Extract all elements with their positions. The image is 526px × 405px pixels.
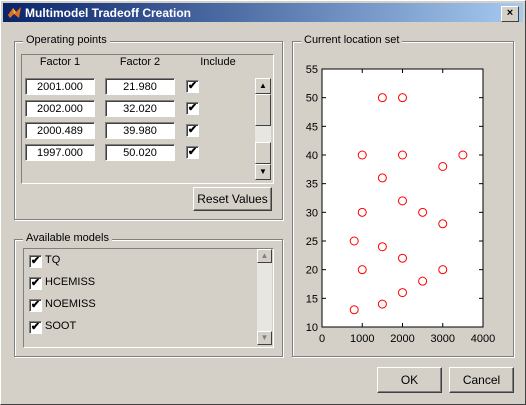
model-label: SOOT [45, 320, 77, 332]
factor2-input[interactable]: 21.980 [105, 78, 175, 95]
include-checkbox[interactable]: ✔ [186, 80, 199, 93]
scroll-thumb-lower[interactable] [255, 142, 271, 164]
arrow-up-icon: ▲ [259, 81, 267, 90]
arrow-up-icon: ▲ [260, 251, 269, 260]
factor2-input[interactable]: 50.020 [105, 144, 175, 161]
y-tick-label: 10 [306, 322, 318, 334]
model-checkbox[interactable]: ✔ [29, 299, 42, 312]
x-tick-label: 1000 [350, 333, 374, 345]
col-header-factor1: Factor 1 [39, 56, 81, 68]
close-icon: × [506, 7, 514, 19]
scroll-down-button[interactable]: ▼ [255, 164, 271, 180]
location-set-title: Current location set [301, 34, 403, 46]
y-tick-label: 45 [306, 121, 318, 133]
model-checkbox[interactable]: ✔ [29, 255, 42, 268]
model-label: TQ [45, 254, 61, 266]
model-checkbox[interactable]: ✔ [29, 321, 42, 334]
y-tick-label: 55 [306, 64, 318, 76]
col-header-factor2: Factor 2 [119, 56, 161, 68]
location-scatter-plot[interactable]: 0 1000 2000 3000 4000 10 15 20 25 30 35 40 45 50 55 [297, 61, 507, 351]
x-tick-label: 4000 [471, 333, 495, 345]
scroll-up-button[interactable]: ▲ [257, 249, 272, 263]
arrow-down-icon: ▼ [259, 167, 267, 176]
matlab-icon [8, 7, 21, 18]
include-checkbox[interactable]: ✔ [186, 124, 199, 137]
col-header-include: Include [200, 56, 236, 68]
scroll-thumb[interactable] [255, 94, 271, 126]
include-checkbox[interactable]: ✔ [186, 146, 199, 159]
x-tick-label: 0 [319, 333, 325, 345]
factor2-input[interactable]: 39.980 [105, 122, 175, 139]
operating-points-title: Operating points [23, 34, 110, 46]
y-tick-label: 40 [306, 150, 318, 162]
x-tick-label: 3000 [431, 333, 455, 345]
scroll-up-button[interactable]: ▲ [255, 78, 271, 94]
title-bar[interactable]: Multimodel Tradeoff Creation × [3, 3, 523, 22]
close-button[interactable]: × [501, 6, 519, 22]
model-label: HCEMISS [45, 276, 96, 288]
factor1-input[interactable]: 1997.000 [25, 144, 95, 161]
arrow-down-icon: ▼ [260, 333, 269, 342]
y-tick-label: 15 [306, 293, 318, 305]
window-title: Multimodel Tradeoff Creation [25, 6, 192, 20]
factor1-input[interactable]: 2002.000 [25, 100, 95, 117]
y-tick-label: 35 [306, 179, 318, 191]
operating-points-table [21, 54, 274, 184]
factor1-input[interactable]: 2001.000 [25, 78, 95, 95]
include-checkbox[interactable]: ✔ [186, 102, 199, 115]
model-checkbox[interactable]: ✔ [29, 277, 42, 290]
x-tick-label: 2000 [390, 333, 414, 345]
y-tick-label: 30 [306, 207, 318, 219]
y-tick-label: 25 [306, 236, 318, 248]
reset-values-button[interactable]: Reset Values [193, 187, 272, 211]
available-models-title: Available models [23, 232, 112, 244]
dialog-window: Multimodel Tradeoff Creation × Operating… [0, 0, 526, 405]
model-label: NOEMISS [45, 298, 96, 310]
factor2-input[interactable]: 32.020 [105, 100, 175, 117]
cancel-button[interactable]: Cancel [449, 367, 514, 393]
scroll-down-button[interactable]: ▼ [257, 331, 272, 345]
factor1-input[interactable]: 2000.489 [25, 122, 95, 139]
y-tick-label: 20 [306, 265, 318, 277]
ok-button[interactable]: OK [377, 367, 442, 393]
y-tick-label: 50 [306, 93, 318, 105]
